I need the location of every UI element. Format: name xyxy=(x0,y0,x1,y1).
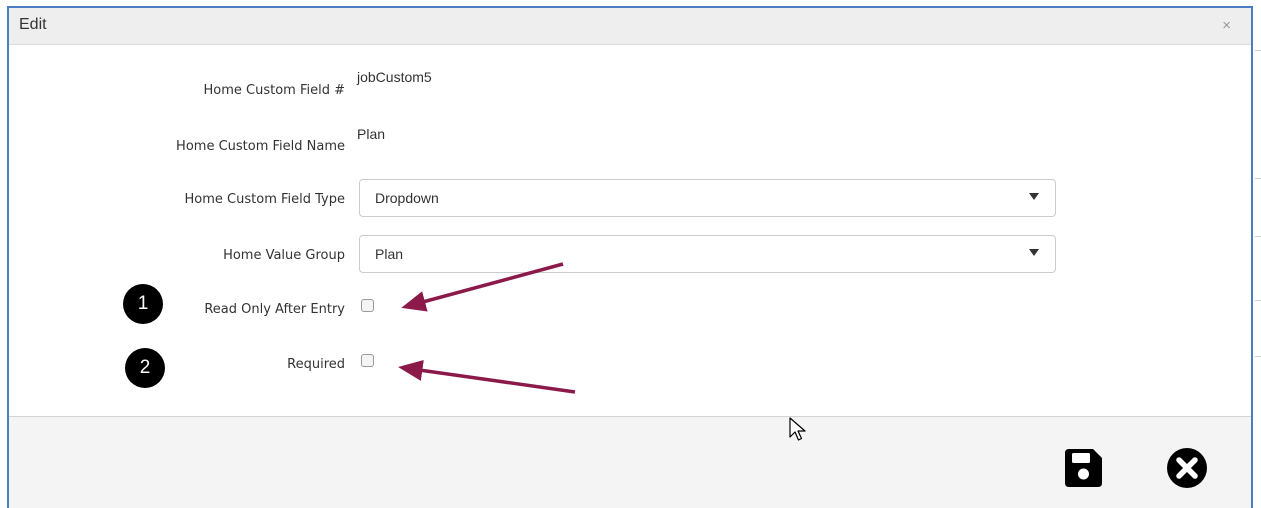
value-group-selected: Plan xyxy=(375,246,404,262)
read-only-after-entry-label: Read Only After Entry xyxy=(204,302,345,317)
value-group-select[interactable]: Plan xyxy=(359,235,1056,273)
required-label: Required xyxy=(287,357,345,372)
caret-down-icon xyxy=(1029,193,1039,200)
circle-x-cancel-icon[interactable] xyxy=(1166,447,1208,489)
custom-field-number-value: jobCustom5 xyxy=(357,69,432,85)
custom-field-type-selected: Dropdown xyxy=(375,190,439,206)
caret-down-icon xyxy=(1029,249,1039,256)
dialog-footer xyxy=(9,416,1251,508)
custom-field-type-label: Home Custom Field Type xyxy=(184,192,345,207)
background-divider xyxy=(1255,50,1261,51)
edit-dialog: Edit × Home Custom Field # jobCustom5 Ho… xyxy=(7,6,1253,508)
dialog-title: Edit xyxy=(19,16,47,33)
read-only-after-entry-checkbox[interactable] xyxy=(361,299,374,312)
background-divider xyxy=(1255,300,1261,301)
mouse-pointer-icon xyxy=(789,417,806,441)
floppy-disk-save-icon[interactable] xyxy=(1062,447,1104,489)
custom-field-name-value: Plan xyxy=(357,126,386,142)
value-group-label: Home Value Group xyxy=(223,248,345,263)
custom-field-name-label: Home Custom Field Name xyxy=(176,139,345,154)
background-divider xyxy=(1255,236,1261,237)
custom-field-number-label: Home Custom Field # xyxy=(203,83,346,98)
custom-field-type-select[interactable]: Dropdown xyxy=(359,179,1056,217)
close-icon[interactable]: × xyxy=(1222,17,1231,34)
required-checkbox[interactable] xyxy=(361,354,374,367)
dialog-header: Edit × xyxy=(9,8,1251,45)
background-divider xyxy=(1255,178,1261,179)
background-divider xyxy=(1255,356,1261,357)
